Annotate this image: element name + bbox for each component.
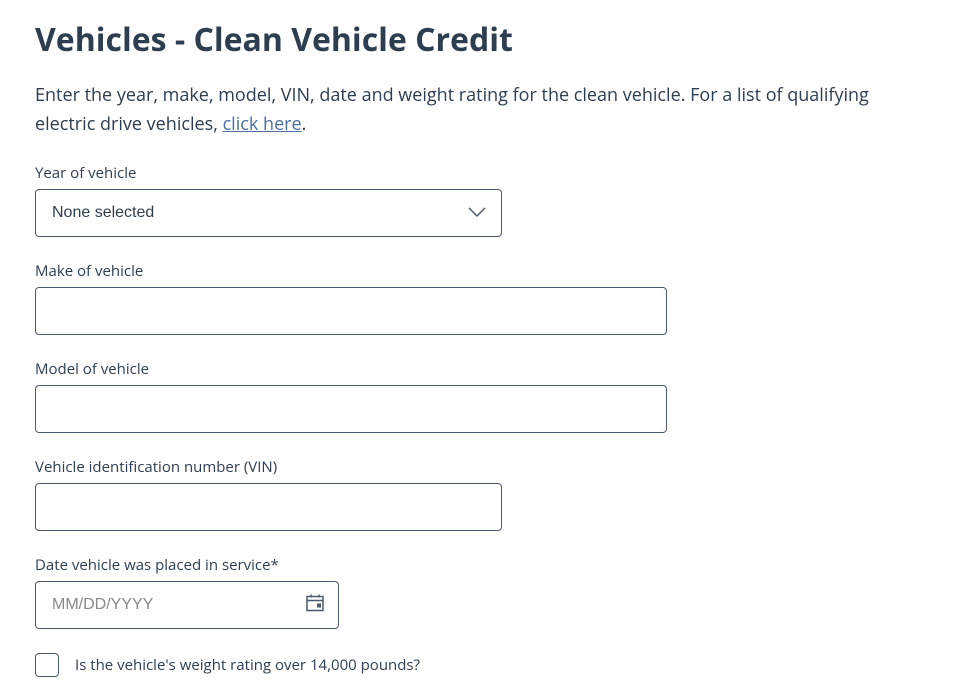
vin-input[interactable] <box>35 483 502 531</box>
qualifying-vehicles-link[interactable]: click here <box>223 112 302 136</box>
year-select[interactable]: None selected <box>35 189 502 237</box>
vin-group: Vehicle identification number (VIN) <box>35 457 920 531</box>
model-input[interactable] <box>35 385 667 433</box>
year-label: Year of vehicle <box>35 163 920 183</box>
weight-rating-row: Is the vehicle's weight rating over 14,0… <box>35 653 920 677</box>
model-label: Model of vehicle <box>35 359 920 379</box>
date-in-service-input[interactable] <box>35 581 339 629</box>
date-in-service-group: Date vehicle was placed in service* <box>35 555 920 629</box>
page-title: Vehicles - Clean Vehicle Credit <box>35 18 920 61</box>
intro-paragraph: Enter the year, make, model, VIN, date a… <box>35 81 920 139</box>
weight-rating-label: Is the vehicle's weight rating over 14,0… <box>75 655 420 675</box>
year-select-value: None selected <box>52 204 154 222</box>
date-in-service-label: Date vehicle was placed in service* <box>35 555 920 575</box>
vin-label: Vehicle identification number (VIN) <box>35 457 920 477</box>
intro-text-after: . <box>302 112 307 136</box>
make-input[interactable] <box>35 287 667 335</box>
make-label: Make of vehicle <box>35 261 920 281</box>
make-group: Make of vehicle <box>35 261 920 335</box>
weight-rating-checkbox[interactable] <box>35 653 59 677</box>
year-group: Year of vehicle None selected <box>35 163 920 237</box>
model-group: Model of vehicle <box>35 359 920 433</box>
intro-text-before: Enter the year, make, model, VIN, date a… <box>35 83 869 136</box>
